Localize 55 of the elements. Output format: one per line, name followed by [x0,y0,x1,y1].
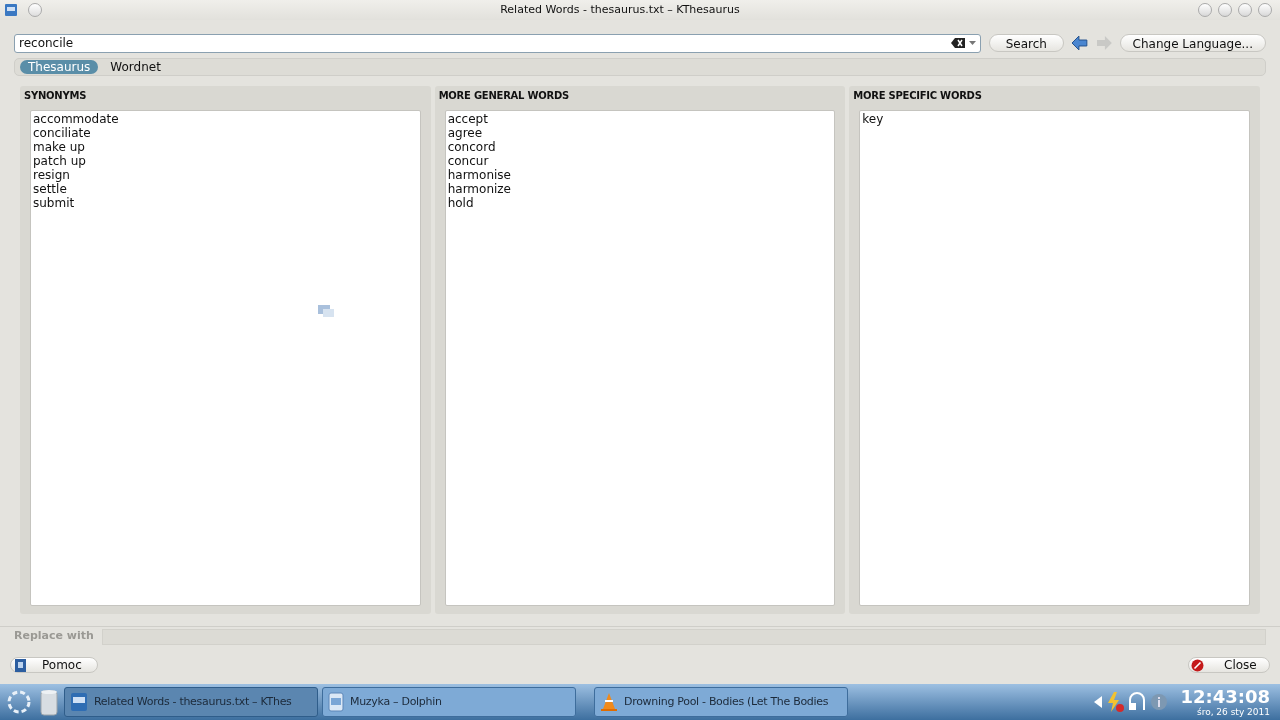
help-icon [15,658,26,672]
power-icon[interactable] [1106,692,1125,712]
word-item[interactable]: accommodate [33,112,418,126]
window-menu-button[interactable] [28,3,42,17]
column-heading: MORE GENERAL WORDS [438,89,570,103]
column-heading: SYNONYMS [24,89,88,103]
search-field[interactable]: reconcile [14,33,981,53]
window-title: Related Words - thesaurus.txt – KThesaurus [499,1,741,18]
back-arrow-icon[interactable] [1071,36,1088,50]
column-heading: MORE SPECIFIC WORDS [853,89,983,103]
minimize-button[interactable] [1218,3,1232,17]
search-button[interactable]: Search [988,34,1064,52]
change-language-button[interactable]: Change Language... [1119,34,1266,52]
replace-label: Replace with [14,628,94,645]
word-item[interactable]: make up [33,140,418,154]
dropdown-caret-icon[interactable] [968,41,976,45]
word-list[interactable]: key [859,110,1250,606]
word-item[interactable]: resign [33,168,418,182]
clear-icon[interactable] [950,38,965,48]
taskbar-button[interactable]: Related Words - thesaurus.txt – KThes [64,687,318,717]
app-icon [4,3,18,17]
book-icon [70,692,88,712]
word-item[interactable]: settle [33,182,418,196]
word-item[interactable]: conciliate [33,126,418,140]
word-item[interactable]: accept [447,112,833,126]
traffic-cone-icon [600,692,618,712]
taskbar-button[interactable]: Drowning Pool - Bodies (Let The Bodies [594,687,848,717]
word-list[interactable]: accommodate conciliate make up patch up resign settle submit [30,110,421,606]
document-icon [328,692,344,712]
info-icon[interactable] [1150,693,1169,711]
trash-icon[interactable] [38,687,60,717]
tab[interactable]: Wordnet [102,60,169,74]
help-button[interactable]: Pomoc [10,657,98,673]
word-item[interactable]: concur [447,154,833,168]
expand-arrow-icon[interactable] [1094,696,1103,708]
word-item[interactable]: key [862,112,1247,126]
word-item[interactable]: submit [33,196,418,210]
word-item[interactable]: hold [447,196,833,210]
word-item[interactable]: harmonize [447,182,833,196]
word-list[interactable]: accept agree concord concur harmonise harmonize hold [444,110,836,606]
close-button[interactable] [1258,3,1272,17]
image-icon [318,305,334,317]
tab[interactable]: Thesaurus [20,60,99,74]
close-button[interactable]: Close [1188,657,1270,673]
word-item[interactable]: concord [447,140,833,154]
taskbar-button[interactable]: Muzyka – Dolphin [322,687,576,717]
clock-date: śro, 26 sty 2011 [1196,706,1270,718]
clock-time: 12:43:08 [1180,686,1270,707]
help-button[interactable] [1198,3,1212,17]
word-item[interactable]: harmonise [447,168,833,182]
network-icon[interactable] [1128,692,1147,712]
word-item[interactable]: patch up [33,154,418,168]
stop-icon [1191,658,1204,672]
word-item[interactable]: agree [447,126,833,140]
maximize-button[interactable] [1238,3,1252,17]
